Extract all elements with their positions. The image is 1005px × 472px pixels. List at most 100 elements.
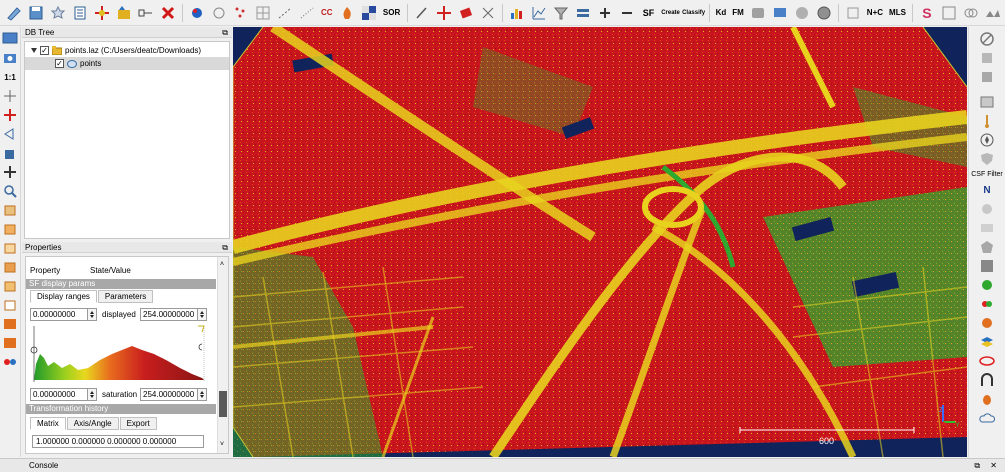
brush-icon[interactable]: [412, 3, 432, 23]
dots-icon[interactable]: [1, 354, 19, 370]
tool-d-icon[interactable]: [977, 220, 997, 236]
tree-item-root[interactable]: ✓ points.laz (C:/Users/deatc/Downloads): [31, 44, 201, 57]
tab-matrix[interactable]: Matrix: [30, 417, 66, 430]
compare-icon[interactable]: [961, 3, 981, 23]
filter-icon[interactable]: [551, 3, 571, 23]
s-curve-icon[interactable]: S: [917, 3, 937, 23]
max-displayed-input[interactable]: 254.00000000: [140, 308, 198, 321]
iso-back-icon[interactable]: [1, 335, 19, 351]
no-entry-icon[interactable]: [977, 31, 997, 47]
spin-buttons[interactable]: [88, 388, 97, 401]
minus-icon[interactable]: [617, 3, 637, 23]
compass-icon[interactable]: [977, 132, 997, 148]
tab-axis-angle[interactable]: Axis/Angle: [66, 417, 119, 430]
point-cloud-render[interactable]: [233, 27, 967, 457]
properties-scrollbar[interactable]: ˄ ˅: [217, 257, 228, 453]
layers-icon[interactable]: [573, 3, 593, 23]
pen-icon[interactable]: [977, 113, 997, 129]
mls-icon[interactable]: MLS: [887, 3, 908, 23]
scroll-down-icon[interactable]: ˅: [220, 441, 224, 448]
tool-grey-b-icon[interactable]: [977, 69, 997, 85]
fm-icon[interactable]: FM: [730, 3, 746, 23]
pick-icon[interactable]: [209, 3, 229, 23]
camera-icon[interactable]: [1, 50, 19, 66]
root-visibility-checkbox[interactable]: ✓: [40, 46, 49, 55]
close-icon[interactable]: ✕: [990, 461, 997, 470]
float-panel-icon[interactable]: ⧉: [222, 242, 228, 253]
tool-f-icon[interactable]: [977, 258, 997, 274]
grid-icon[interactable]: [253, 3, 273, 23]
plot-icon[interactable]: [529, 3, 549, 23]
spin-buttons[interactable]: [88, 308, 97, 321]
add-icon[interactable]: [595, 3, 615, 23]
max-displayed-spinbox[interactable]: 254.00000000: [140, 308, 207, 321]
tool-i-icon[interactable]: [977, 315, 997, 331]
min-saturation-spinbox[interactable]: 0.00000000: [30, 388, 97, 401]
scale-icon[interactable]: 1:1: [1, 69, 19, 85]
scroll-up-icon[interactable]: ˄: [220, 261, 224, 268]
sphere-icon[interactable]: [792, 3, 812, 23]
sample-icon[interactable]: [136, 3, 156, 23]
kd-icon[interactable]: Kd: [714, 3, 729, 23]
sor-icon[interactable]: SOR: [381, 3, 403, 23]
film-icon[interactable]: [977, 94, 997, 110]
pivot-icon[interactable]: [1, 88, 19, 104]
tool-h-icon[interactable]: [977, 296, 997, 312]
tool-g-icon[interactable]: [977, 277, 997, 293]
rotate-icon[interactable]: [1, 126, 19, 142]
cloud-save-icon[interactable]: [977, 410, 997, 426]
tree-item-points[interactable]: ✓ points: [25, 57, 229, 70]
compute-create-icon[interactable]: Create: [661, 3, 681, 23]
iso-front-icon[interactable]: [1, 316, 19, 332]
display-icon[interactable]: [1, 31, 19, 47]
compute-classify-icon[interactable]: Classify: [682, 3, 705, 23]
view-top-icon[interactable]: [1, 278, 19, 294]
monitor-icon[interactable]: [770, 3, 790, 23]
tab-export[interactable]: Export: [119, 417, 157, 430]
csf-filter-label[interactable]: CSF Filter: [971, 170, 1003, 179]
arch-icon[interactable]: [977, 372, 997, 388]
cloud-a-icon[interactable]: [983, 3, 1003, 23]
disk-icon[interactable]: [748, 3, 768, 23]
globe-icon[interactable]: [814, 3, 834, 23]
view-bottom-icon[interactable]: [1, 297, 19, 313]
max-saturation-input[interactable]: 254.00000000: [140, 388, 198, 401]
scroll-thumb[interactable]: [219, 391, 227, 417]
points-visibility-checkbox[interactable]: ✓: [55, 59, 64, 68]
save-icon[interactable]: [26, 3, 46, 23]
view-right-icon[interactable]: [1, 259, 19, 275]
min-saturation-input[interactable]: 0.00000000: [30, 388, 88, 401]
tool-grey-a-icon[interactable]: [977, 50, 997, 66]
console-bar[interactable]: Console ⧉ ✕: [0, 458, 1005, 472]
translate-icon[interactable]: [434, 3, 454, 23]
spin-buttons[interactable]: [198, 388, 207, 401]
expand-arrow-icon[interactable]: [31, 48, 37, 53]
view-left-icon[interactable]: [1, 240, 19, 256]
eraser-icon[interactable]: [456, 3, 476, 23]
sf-histogram[interactable]: [30, 324, 212, 384]
color-icon[interactable]: [114, 3, 134, 23]
layers-stack-icon[interactable]: [977, 334, 997, 350]
point-pick-icon[interactable]: [1, 107, 19, 123]
tab-display-ranges[interactable]: Display ranges: [30, 290, 97, 303]
delete-icon[interactable]: [158, 3, 178, 23]
3d-view[interactable]: 600 Z Y X: [233, 27, 967, 457]
view-back-icon[interactable]: [1, 221, 19, 237]
compute-cc-icon[interactable]: CC: [319, 3, 335, 23]
list-icon[interactable]: [70, 3, 90, 23]
bug-icon[interactable]: [977, 391, 997, 407]
nc-icon[interactable]: N+C: [865, 3, 885, 23]
cube-icon[interactable]: [1, 145, 19, 161]
normal-n-icon[interactable]: N: [977, 182, 997, 198]
max-saturation-spinbox[interactable]: 254.00000000: [140, 388, 207, 401]
histogram-icon[interactable]: [507, 3, 527, 23]
fit-icon[interactable]: [939, 3, 959, 23]
scatter-icon[interactable]: [231, 3, 251, 23]
color-ramp-icon[interactable]: [187, 3, 207, 23]
min-displayed-input[interactable]: 0.00000000: [30, 308, 88, 321]
float-panel-icon[interactable]: ⧉: [974, 461, 980, 470]
normal-icon[interactable]: [275, 3, 295, 23]
zoom-icon[interactable]: [1, 183, 19, 199]
spin-buttons[interactable]: [198, 308, 207, 321]
min-displayed-spinbox[interactable]: 0.00000000: [30, 308, 97, 321]
